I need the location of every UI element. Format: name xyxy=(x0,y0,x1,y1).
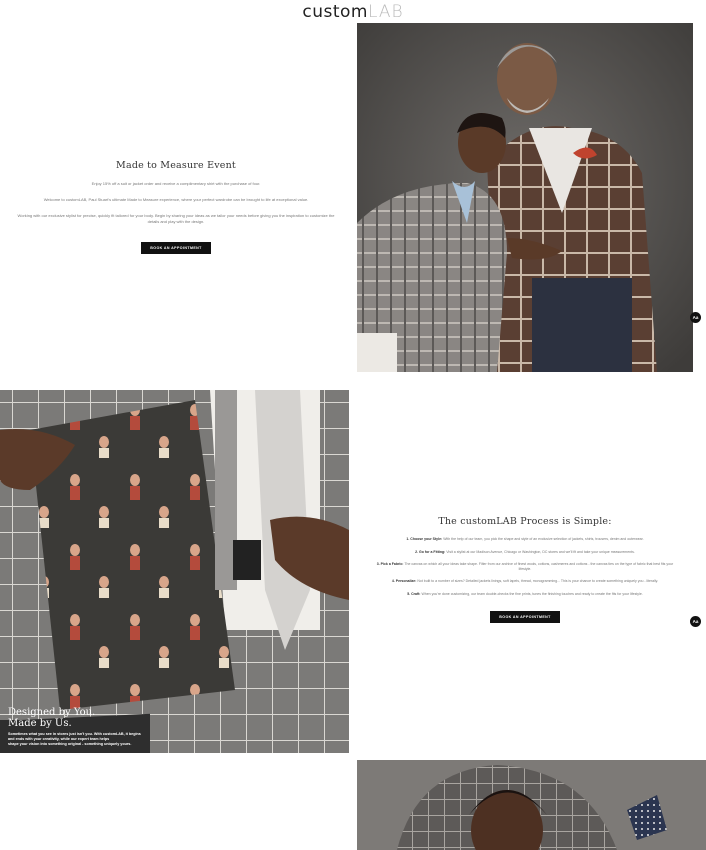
process-title: The customLAB Process is Simple: xyxy=(438,516,612,527)
book-appointment-button-2[interactable]: BOOK AN APPOINTMENT xyxy=(490,610,560,623)
step-text: Not built to a number of sizes? Detailed… xyxy=(417,579,659,584)
step-label: 4. Personalize: xyxy=(391,579,417,584)
logo-accent: LAB xyxy=(367,2,404,22)
book-appointment-button[interactable]: BOOK AN APPOINTMENT xyxy=(141,242,211,254)
event-description: Working with our exclusive stylist for p… xyxy=(17,213,335,224)
event-welcome: Welcome to customLAB, Paul Stuart's ulti… xyxy=(43,197,309,202)
designed-by-you-overlay: Designed by You. Made by Us. Sometimes w… xyxy=(8,707,141,747)
event-block: Made to Measure Event Enjoy 15% off a su… xyxy=(0,160,352,254)
accessibility-widget-button-2[interactable]: Aa xyxy=(690,616,701,627)
accessibility-widget-button[interactable]: Aa xyxy=(690,312,701,323)
event-title: Made to Measure Event xyxy=(116,160,236,171)
logo-main: custom xyxy=(302,2,368,22)
process-step: 5. Craft: When you're done customizing, … xyxy=(375,592,675,597)
step-label: 5. Craft: xyxy=(407,591,421,596)
process-step: 2. Go for a Fitting: Visit a stylist at … xyxy=(375,550,675,555)
step-text: With the help of our team, you pick the … xyxy=(443,537,644,541)
hero-photo-two-men xyxy=(357,23,693,372)
designed-body-3: shape your vision into something origina… xyxy=(8,742,132,746)
process-step: 4. Personalize: Not built to a number of… xyxy=(375,579,675,584)
process-step: 1. Choose your Style: With the help of o… xyxy=(375,537,675,542)
suit-lining-photo: Designed by You. Made by Us. Sometimes w… xyxy=(0,390,349,753)
process-block: The customLAB Process is Simple: 1. Choo… xyxy=(375,516,675,623)
step-text: When you're done customizing, our team d… xyxy=(421,591,643,596)
step-text: Visit a stylist at our Madison Avenue, C… xyxy=(446,549,635,554)
brand-logo[interactable]: customLAB xyxy=(0,2,706,22)
step-label: 1. Choose your Style: xyxy=(406,537,443,541)
designed-heading-2: Made by Us. xyxy=(8,718,72,729)
step-text: The canvas on which all your ideas take … xyxy=(404,562,674,571)
designed-heading-1: Designed by You. xyxy=(8,707,96,718)
third-portrait-photo xyxy=(357,760,706,850)
step-label: 2. Go for a Fitting: xyxy=(415,549,446,554)
event-offer: Enjoy 15% off a suit or jacket order and… xyxy=(91,181,261,186)
process-step: 3. Pick a Fabric: The canvas on which al… xyxy=(375,562,675,571)
step-label: 3. Pick a Fabric: xyxy=(376,562,404,567)
